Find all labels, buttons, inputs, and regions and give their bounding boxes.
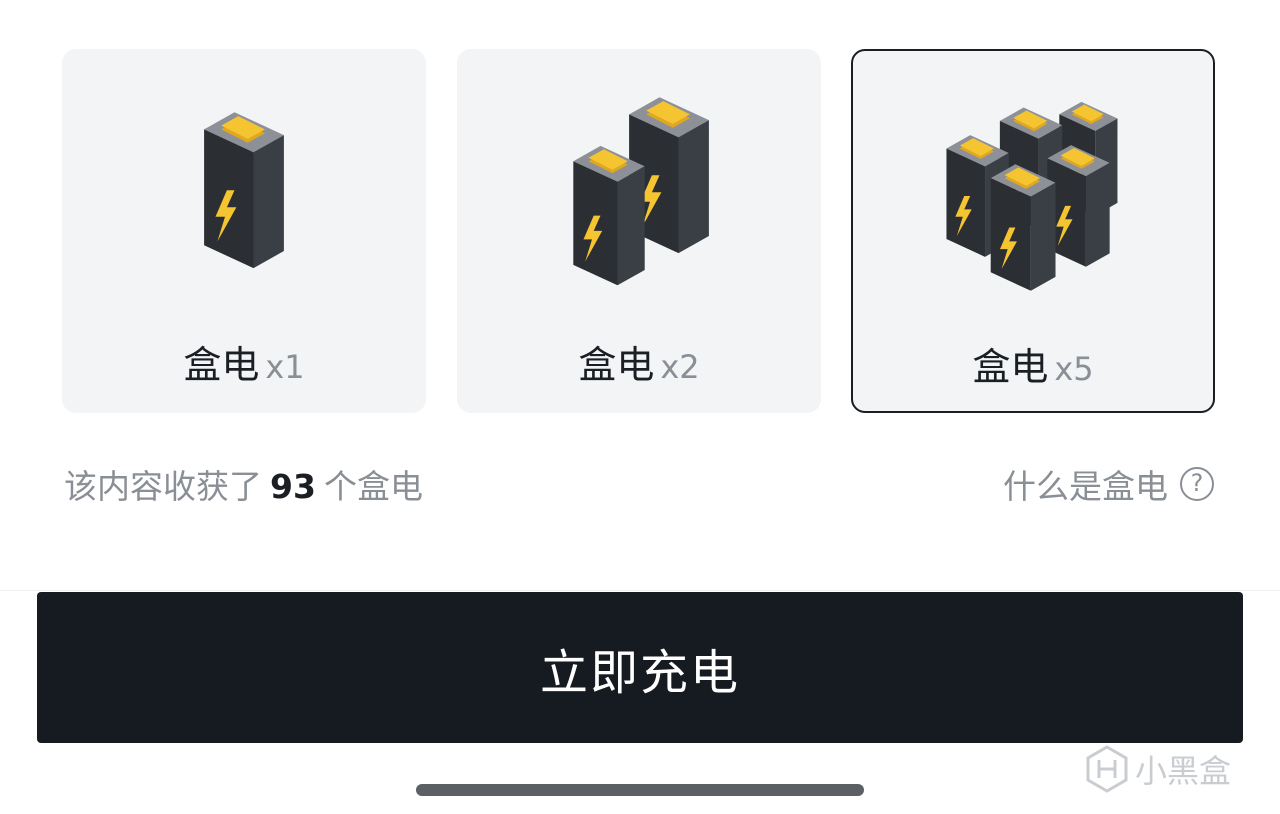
option-multiplier: x5 [1054, 350, 1094, 388]
option-label: 盒电 x5 [853, 336, 1213, 391]
charge-info-row: 该内容收获了 93 个盒电 什么是盒电 ? [64, 460, 1214, 508]
collected-count: 93 [270, 467, 316, 506]
watermark-text: 小黑盒 [1135, 752, 1232, 790]
battery-stack-icon [946, 101, 1118, 291]
option-name: 盒电 [183, 343, 260, 387]
option-label: 盒电 x2 [457, 334, 821, 389]
watermark: 小黑盒 [1085, 745, 1231, 793]
battery-double-icon [573, 97, 709, 286]
battery-icon [204, 112, 284, 269]
charge-options: 盒电 x1 盒电 x2 盒电 x5 [62, 49, 1215, 413]
divider [0, 590, 1280, 591]
heybox-logo-icon [1086, 745, 1128, 793]
option-name: 盒电 [972, 345, 1049, 389]
collected-summary: 该内容收获了 93 个盒电 [64, 460, 423, 508]
option-name: 盒电 [578, 343, 655, 387]
home-indicator [416, 784, 864, 796]
option-battery-x2[interactable]: 盒电 x2 [457, 49, 821, 413]
option-multiplier: x1 [265, 348, 305, 386]
what-is-charge-link[interactable]: 什么是盒电 ? [1003, 460, 1214, 508]
option-battery-x5[interactable]: 盒电 x5 [851, 49, 1215, 413]
what-is-charge-label: 什么是盒电 [1003, 467, 1168, 506]
option-multiplier: x2 [660, 348, 700, 386]
option-label: 盒电 x1 [62, 334, 426, 389]
option-battery-x1[interactable]: 盒电 x1 [62, 49, 426, 413]
question-circle-icon[interactable]: ? [1180, 467, 1214, 501]
collected-prefix: 该内容收获了 [64, 467, 262, 506]
collected-suffix: 个盒电 [323, 467, 423, 506]
charge-now-button[interactable]: 立即充电 [37, 592, 1243, 743]
